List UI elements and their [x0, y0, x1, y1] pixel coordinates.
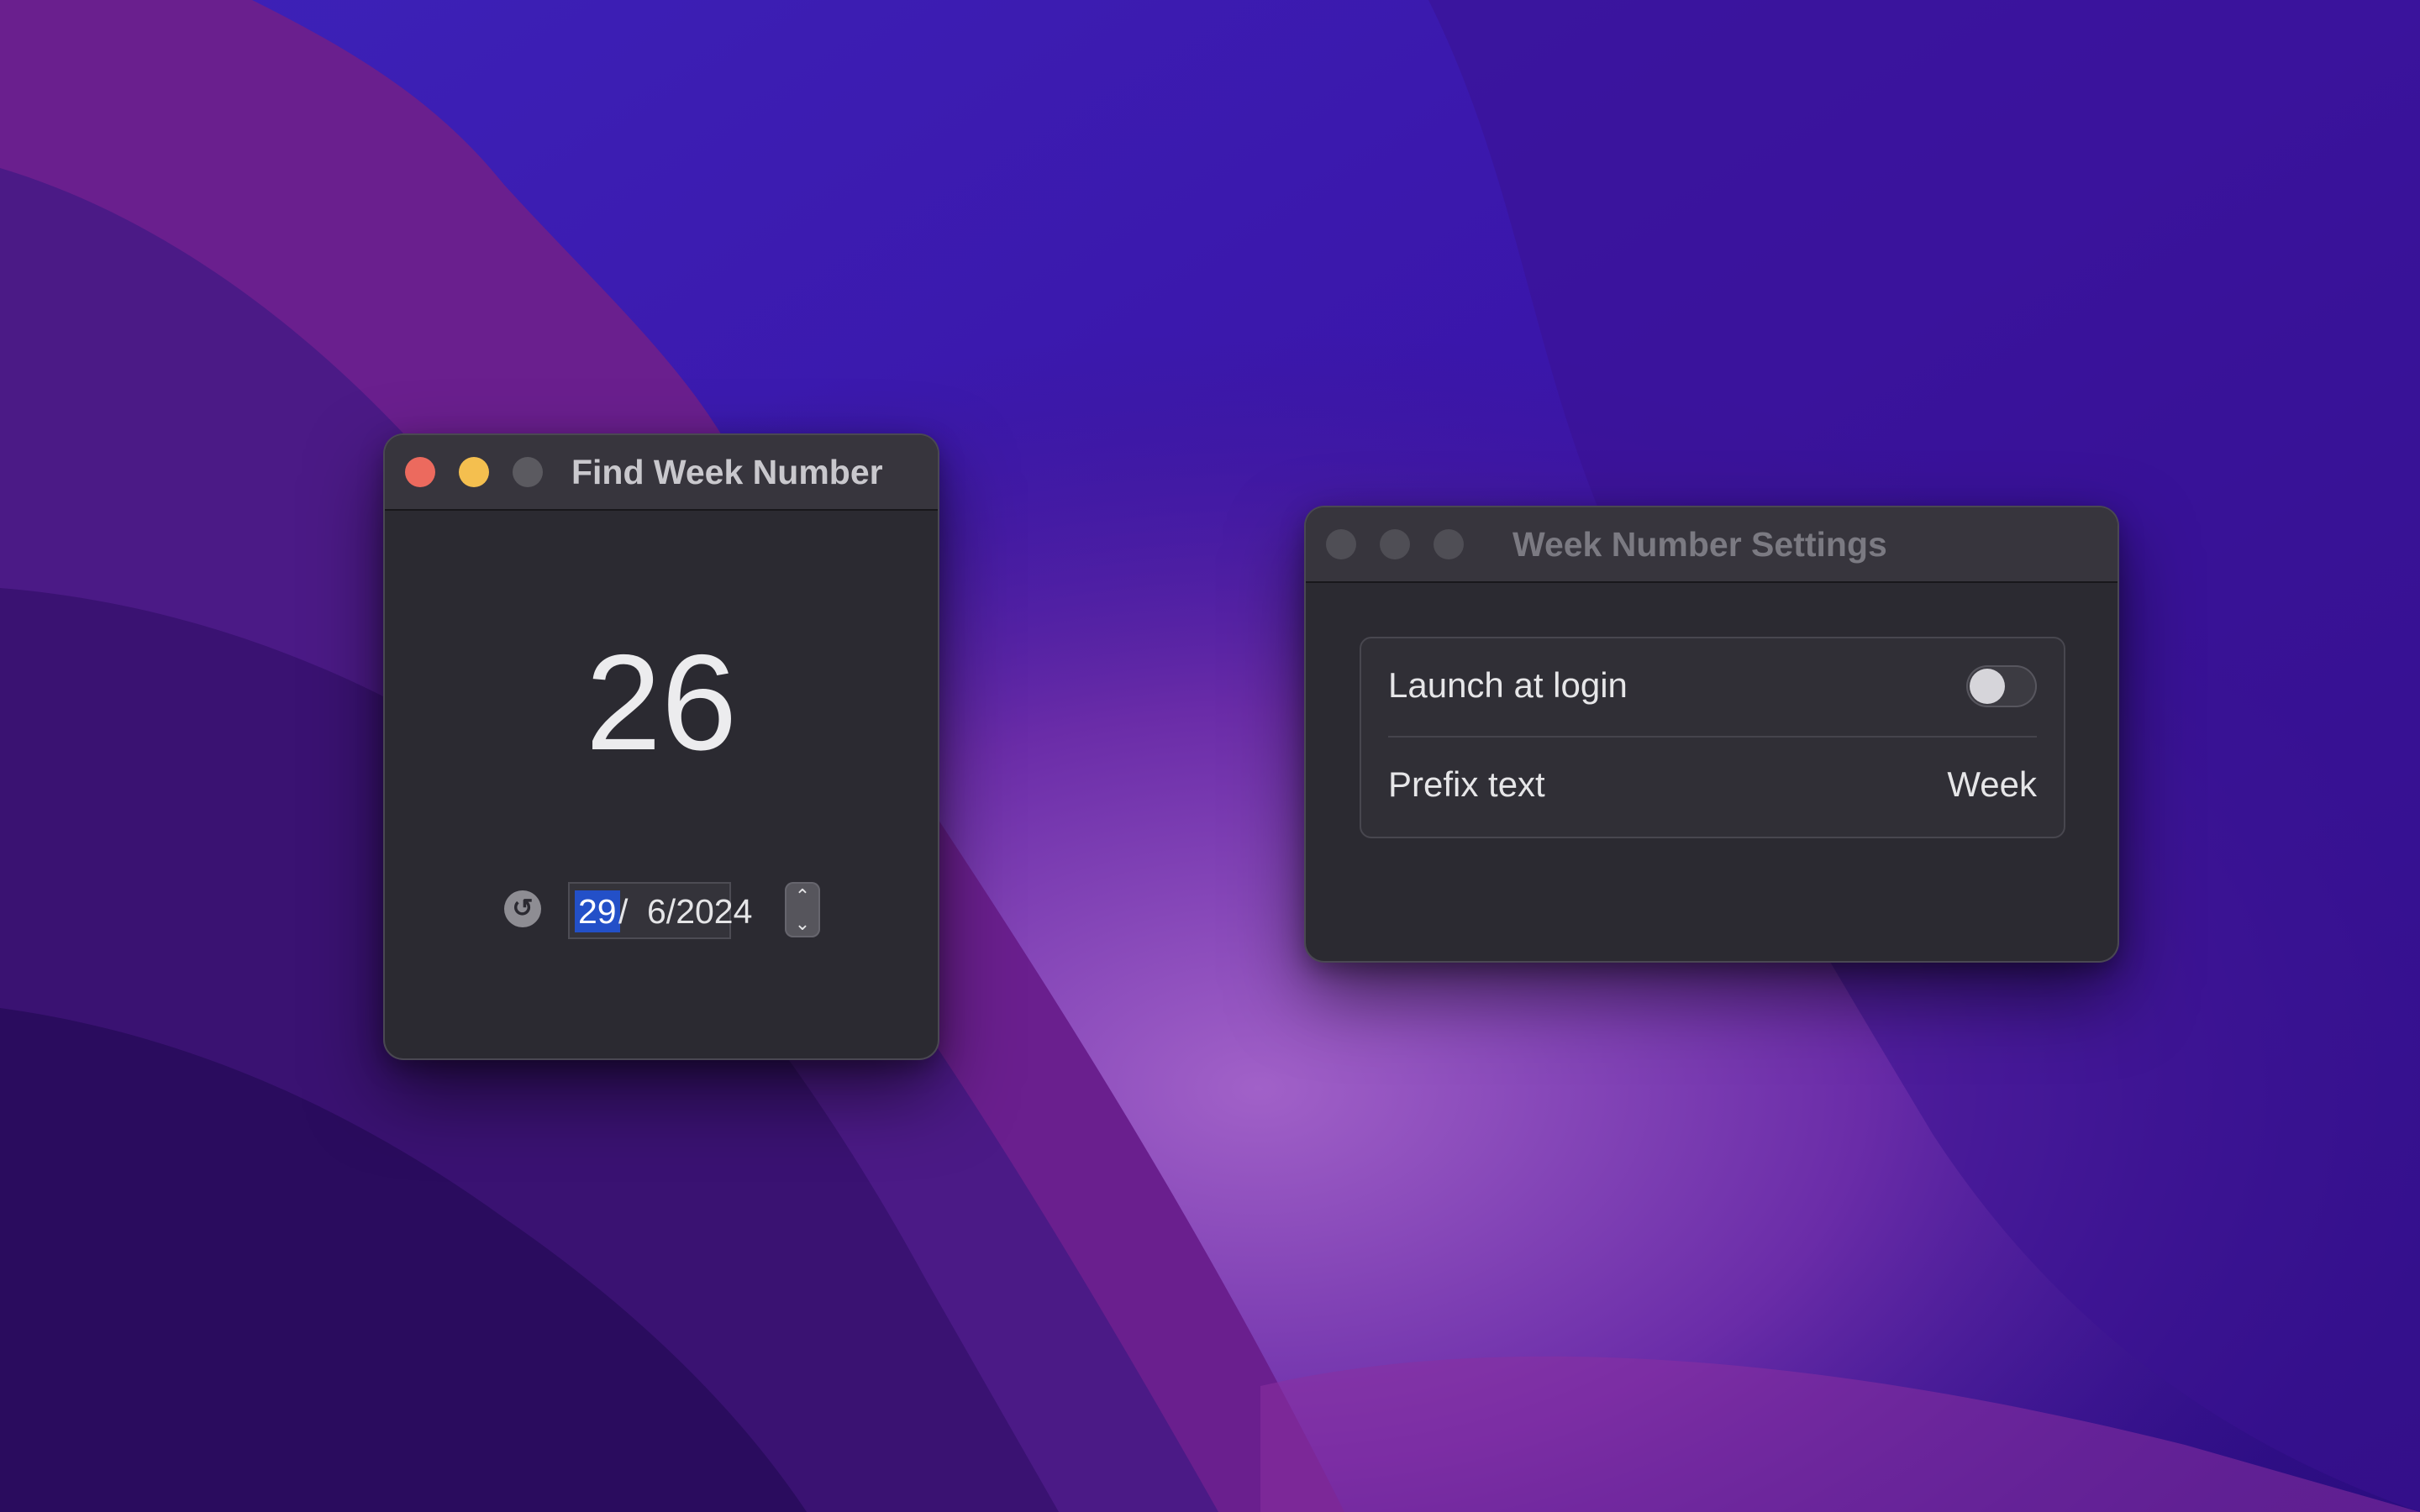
chevron-down-icon[interactable]: ⌄	[785, 910, 820, 937]
launch-at-login-toggle[interactable]	[1966, 665, 2037, 707]
week-number-settings-window: Week Number Settings Launch at login Pre…	[1306, 507, 2118, 961]
window-title: Find Week Number	[571, 453, 883, 491]
close-button[interactable]	[405, 457, 435, 487]
prefix-text-label: Prefix text	[1388, 764, 1545, 804]
settings-panel: Launch at login Prefix text Week	[1360, 637, 2065, 838]
week-number-display: 26	[585, 627, 738, 779]
minimize-button[interactable]	[459, 457, 489, 487]
reset-arrow-icon: ↺	[512, 895, 534, 922]
settings-window-titlebar[interactable]: Week Number Settings	[1306, 507, 2118, 583]
launch-at-login-label: Launch at login	[1388, 665, 1628, 705]
date-picker-field[interactable]: 29 / 6/2024	[568, 882, 752, 939]
find-week-number-window: Find Week Number 26 ↺ 29 / 6/2024 ⌃ ⌄	[385, 435, 938, 1058]
date-separator: /	[618, 892, 629, 931]
row-divider	[1388, 736, 2037, 738]
date-stepper[interactable]: ⌃ ⌄	[785, 882, 820, 937]
date-day-segment[interactable]: 29	[575, 890, 620, 932]
find-window-titlebar[interactable]: Find Week Number	[385, 435, 938, 511]
window-title: Week Number Settings	[1512, 525, 1887, 564]
reset-date-button[interactable]: ↺	[504, 890, 541, 927]
close-button[interactable]	[1326, 529, 1356, 559]
prefix-text-value[interactable]: Week	[1947, 764, 2037, 805]
zoom-button[interactable]	[513, 457, 543, 487]
minimize-button[interactable]	[1380, 529, 1410, 559]
date-month-year-segment[interactable]: 6/2024	[647, 890, 752, 932]
zoom-button[interactable]	[1434, 529, 1464, 559]
chevron-up-icon[interactable]: ⌃	[785, 882, 820, 910]
toggle-knob	[1970, 669, 2005, 704]
